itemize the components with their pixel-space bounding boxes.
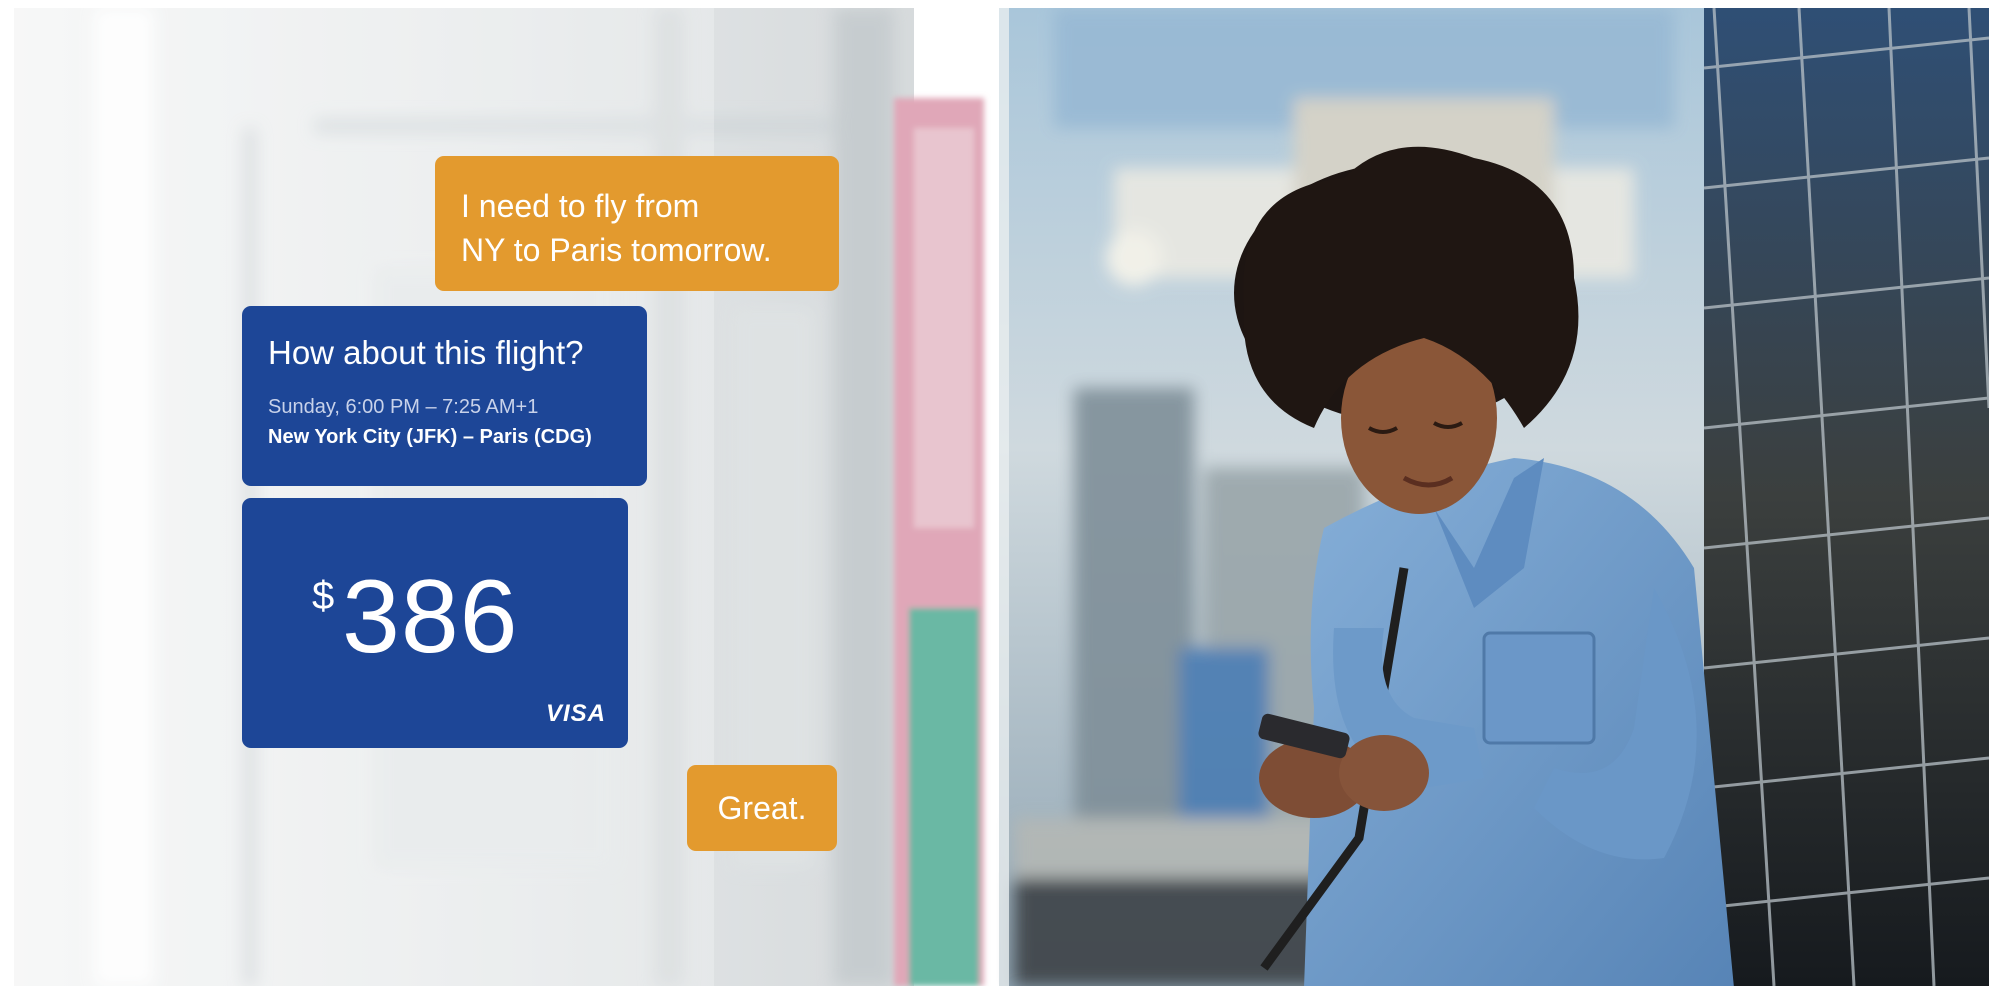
- price-card: $ 386 VISA: [242, 498, 628, 748]
- user-reply-text: Great.: [717, 790, 807, 826]
- flight-question: How about this flight?: [268, 334, 584, 371]
- flight-route: New York City (JFK) – Paris (CDG): [268, 426, 592, 448]
- user-message-line-1: I need to fly from: [461, 188, 700, 224]
- price-currency: $: [312, 574, 335, 618]
- photo-scene: I need to fly from NY to Paris tomorrow.…: [14, 8, 1989, 986]
- flight-suggestion-bubble: How about this flight? Sunday, 6:00 PM –…: [242, 306, 647, 486]
- price-amount: 386: [342, 559, 519, 675]
- flight-time: Sunday, 6:00 PM – 7:25 AM+1: [268, 396, 539, 418]
- user-message-bubble: I need to fly from NY to Paris tomorrow.: [435, 156, 839, 291]
- user-reply-bubble: Great.: [687, 765, 837, 851]
- visa-logo: VISA: [545, 700, 606, 727]
- user-message-line-2: NY to Paris tomorrow.: [461, 232, 772, 268]
- street-photo: [14, 8, 1989, 986]
